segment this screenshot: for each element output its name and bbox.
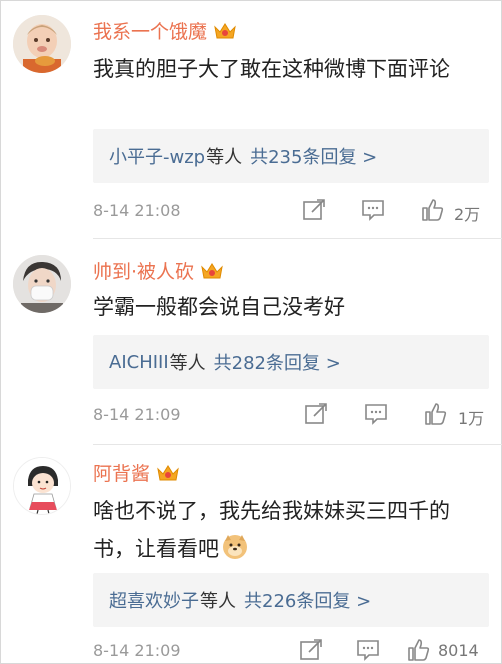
- reply-names[interactable]: 超喜欢妙子: [109, 587, 199, 613]
- comment-meta: 8-14 21:09 8014: [93, 637, 493, 664]
- reply-summary[interactable]: 小平子-wzp 等人 共235条回复 >: [93, 129, 489, 183]
- reply-etc: 等人: [206, 147, 243, 168]
- divider: [93, 238, 502, 239]
- like-count: 1万: [458, 409, 485, 428]
- username[interactable]: 帅到·被人砍: [93, 257, 224, 284]
- avatar[interactable]: [13, 457, 71, 515]
- reply-summary[interactable]: 超喜欢妙子 等人 共226条回复 >: [93, 573, 489, 627]
- reply-count-link[interactable]: 共282条回复 >: [214, 349, 341, 375]
- share-icon[interactable]: [301, 197, 327, 223]
- divider: [93, 444, 502, 445]
- timestamp: 8-14 21:08: [93, 201, 181, 220]
- reply-names[interactable]: AICHIII: [109, 352, 169, 373]
- comment-icon[interactable]: [360, 197, 386, 223]
- username[interactable]: 我系一个饿魔: [93, 17, 237, 44]
- reply-summary[interactable]: AICHIII 等人 共282条回复 >: [93, 335, 489, 389]
- username-text[interactable]: 帅到·被人砍: [93, 257, 194, 284]
- like-count: 8014: [438, 641, 479, 660]
- reply-names[interactable]: 小平子-wzp: [109, 143, 205, 169]
- thumbs-up-icon[interactable]: [406, 637, 432, 663]
- crown-icon: [201, 262, 223, 278]
- crown-icon: [214, 22, 236, 38]
- timestamp: 8-14 21:09: [93, 405, 181, 424]
- reply-etc: 等人: [200, 591, 236, 612]
- comment-icon[interactable]: [355, 637, 381, 663]
- username-text[interactable]: 我系一个饿魔: [93, 17, 207, 44]
- comment-meta: 8-14 21:08 2万: [93, 197, 493, 227]
- comment-text: 我真的胆子大了敢在这种微博下面评论: [93, 57, 450, 81]
- reply-count-link[interactable]: 共226条回复 >: [244, 587, 371, 613]
- comment-text: 学霸一般都会说自己没考好: [93, 295, 345, 319]
- thumbs-up-icon[interactable]: [420, 197, 446, 223]
- comment-icon[interactable]: [363, 401, 389, 427]
- timestamp: 8-14 21:09: [93, 641, 181, 660]
- username-text[interactable]: 阿背酱: [93, 459, 150, 486]
- avatar[interactable]: [13, 255, 71, 313]
- comment-text: 啥也不说了，我先给我妹妹买三四千的书，让看看吧: [93, 492, 489, 568]
- comment-meta: 8-14 21:09 1万: [93, 401, 493, 431]
- share-icon[interactable]: [298, 637, 324, 663]
- thumbs-up-icon[interactable]: [423, 401, 449, 427]
- avatar[interactable]: [13, 15, 71, 73]
- crown-icon: [157, 464, 179, 480]
- like-count: 2万: [454, 205, 481, 224]
- username[interactable]: 阿背酱: [93, 459, 180, 486]
- comment-text-body: 啥也不说了，我先给我妹妹买三四千的书，让看看吧: [93, 499, 450, 561]
- doge-emoji-icon: [223, 535, 247, 559]
- share-icon[interactable]: [303, 401, 329, 427]
- reply-etc: 等人: [169, 353, 206, 374]
- reply-count-link[interactable]: 共235条回复 >: [250, 143, 377, 169]
